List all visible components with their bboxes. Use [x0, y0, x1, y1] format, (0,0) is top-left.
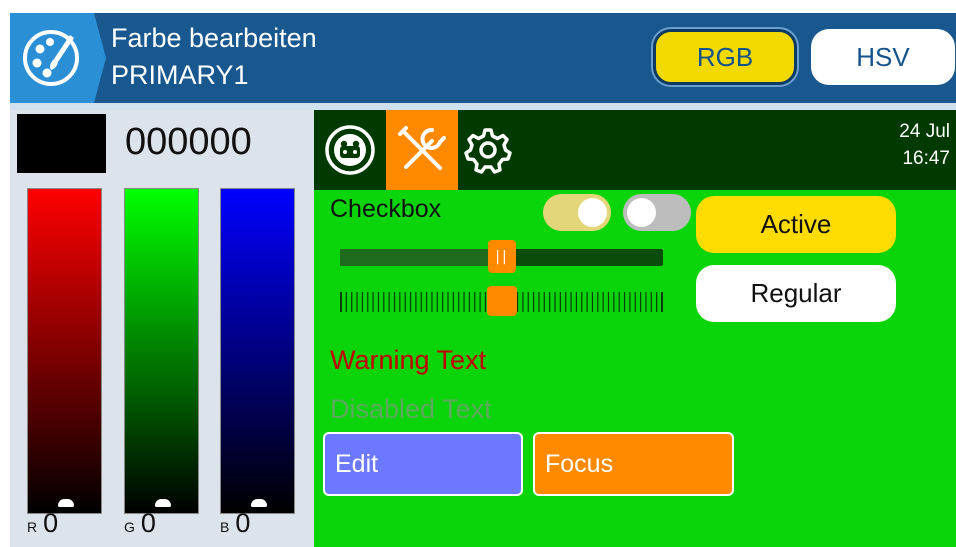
slider-handle[interactable]: ||	[488, 240, 516, 273]
radio-model-icon[interactable]	[314, 110, 384, 190]
red-slider-handle[interactable]	[58, 499, 74, 507]
focus-field[interactable]: Focus	[533, 432, 734, 496]
rgb-mode-button[interactable]: RGB	[653, 29, 797, 85]
green-channel-slider[interactable]	[124, 188, 199, 514]
regular-button[interactable]: Regular	[696, 265, 896, 322]
green-channel-number: 0	[140, 508, 156, 538]
toggle-switch-on[interactable]	[543, 194, 611, 231]
preview-slider[interactable]: ||	[340, 240, 663, 273]
red-channel-letter: R	[27, 519, 38, 535]
palette-icon[interactable]	[10, 13, 106, 103]
color-editor-panel: 000000 R0 G0 B0	[10, 110, 314, 547]
toggle-knob	[578, 198, 607, 227]
blue-channel-slider[interactable]	[220, 188, 295, 514]
date-text: 24 Jul	[899, 121, 950, 142]
toggle-switch-off[interactable]	[623, 194, 691, 231]
blue-channel-value: B0	[220, 508, 250, 542]
blue-channel-number: 0	[235, 508, 251, 538]
green-channel-value: G0	[124, 508, 156, 542]
color-editor-window: Farbe bearbeiten PRIMARY1 RGB HSV 000000…	[10, 13, 956, 547]
disabled-text: Disabled Text	[330, 394, 492, 424]
hex-value[interactable]: 000000	[125, 120, 305, 164]
slider-fill	[340, 249, 502, 266]
theme-preview-area: Checkbox || Active Regular Warning Text …	[314, 190, 956, 547]
red-channel-slider[interactable]	[27, 188, 102, 514]
tick-slider-handle[interactable]	[487, 286, 517, 316]
tick-slider[interactable]	[340, 284, 663, 320]
green-slider-handle[interactable]	[155, 499, 171, 507]
header-divider	[10, 103, 956, 110]
color-swatch	[17, 114, 106, 173]
toggle-knob	[627, 198, 656, 227]
warning-text: Warning Text	[330, 345, 487, 375]
green-channel-letter: G	[124, 519, 135, 535]
blue-channel-letter: B	[220, 519, 230, 535]
active-button[interactable]: Active	[696, 196, 896, 253]
page-title: Farbe bearbeiten	[111, 23, 317, 53]
red-channel-number: 0	[43, 508, 59, 538]
blue-slider-handle[interactable]	[251, 499, 267, 507]
gear-icon[interactable]	[458, 110, 530, 190]
hsv-mode-button[interactable]: HSV	[811, 29, 955, 85]
preview-top-bar: 24 Jul 16:47	[314, 110, 956, 190]
checkbox-label: Checkbox	[330, 195, 442, 223]
tools-icon[interactable]	[386, 110, 458, 190]
clock-display: 24 Jul 16:47	[899, 118, 950, 172]
red-channel-value: R0	[27, 508, 58, 542]
time-text: 16:47	[902, 148, 950, 169]
page-subtitle: PRIMARY1	[111, 60, 249, 90]
header-bar: Farbe bearbeiten PRIMARY1 RGB HSV	[10, 13, 956, 103]
edit-field[interactable]: Edit	[323, 432, 523, 496]
